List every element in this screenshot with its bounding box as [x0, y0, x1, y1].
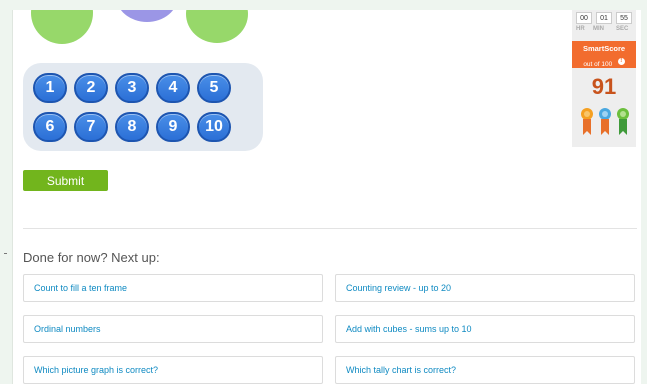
timer-seconds: 55	[616, 12, 632, 24]
timer-minutes-label: MIN	[593, 26, 604, 32]
smartscore-value: 91	[591, 74, 617, 99]
divider	[23, 228, 637, 229]
next-skill-link[interactable]: Which picture graph is correct?	[23, 356, 323, 384]
practice-panel: 1 2 3 4 5 6 7 8 9 10 Submit Done for now…	[12, 10, 641, 384]
edge-mark	[4, 253, 7, 254]
ribbons-icon	[581, 108, 629, 135]
score-sidebar: 00 01 55 HR MIN SEC SmartScore out of 10…	[572, 10, 636, 147]
submit-button[interactable]: Submit	[23, 170, 108, 191]
timer-hours: 00	[576, 12, 592, 24]
smartscore-header: SmartScore out of 100 !	[572, 41, 636, 68]
smartscore-subtitle: out of 100	[583, 61, 613, 68]
smartscore-title: SmartScore	[582, 44, 626, 53]
timer-seconds-label: SEC	[616, 26, 629, 32]
timer: 00 01 55 HR MIN SEC	[576, 12, 634, 32]
green-circle-image	[31, 10, 93, 44]
next-skill-link[interactable]: Counting review - up to 20	[335, 274, 635, 302]
timer-hours-label: HR	[576, 26, 585, 32]
timer-minutes: 01	[596, 12, 612, 24]
number-key-2[interactable]: 2	[74, 73, 108, 103]
number-key-5[interactable]: 5	[197, 73, 231, 103]
number-key-7[interactable]: 7	[74, 112, 108, 142]
next-skill-link[interactable]: Count to fill a ten frame	[23, 274, 323, 302]
number-key-8[interactable]: 8	[115, 112, 149, 142]
ribbon-blue-icon	[599, 108, 611, 135]
next-skill-link[interactable]: Which tally chart is correct?	[335, 356, 635, 384]
number-key-4[interactable]: 4	[156, 73, 190, 103]
number-key-9[interactable]: 9	[156, 112, 190, 142]
next-skill-link[interactable]: Ordinal numbers	[23, 315, 323, 343]
next-up-heading: Done for now? Next up:	[23, 250, 160, 265]
ribbon-orange-icon	[581, 108, 593, 135]
green-circle-image	[186, 10, 248, 43]
number-key-1[interactable]: 1	[33, 73, 67, 103]
info-icon[interactable]: !	[617, 58, 625, 66]
number-keypad: 1 2 3 4 5 6 7 8 9 10	[23, 63, 263, 151]
ribbon-green-icon	[617, 108, 629, 135]
number-key-3[interactable]: 3	[115, 73, 149, 103]
number-key-10[interactable]: 10	[197, 112, 231, 142]
purple-circle-image	[116, 10, 178, 22]
next-skill-link[interactable]: Add with cubes - sums up to 10	[335, 315, 635, 343]
number-key-6[interactable]: 6	[33, 112, 67, 142]
